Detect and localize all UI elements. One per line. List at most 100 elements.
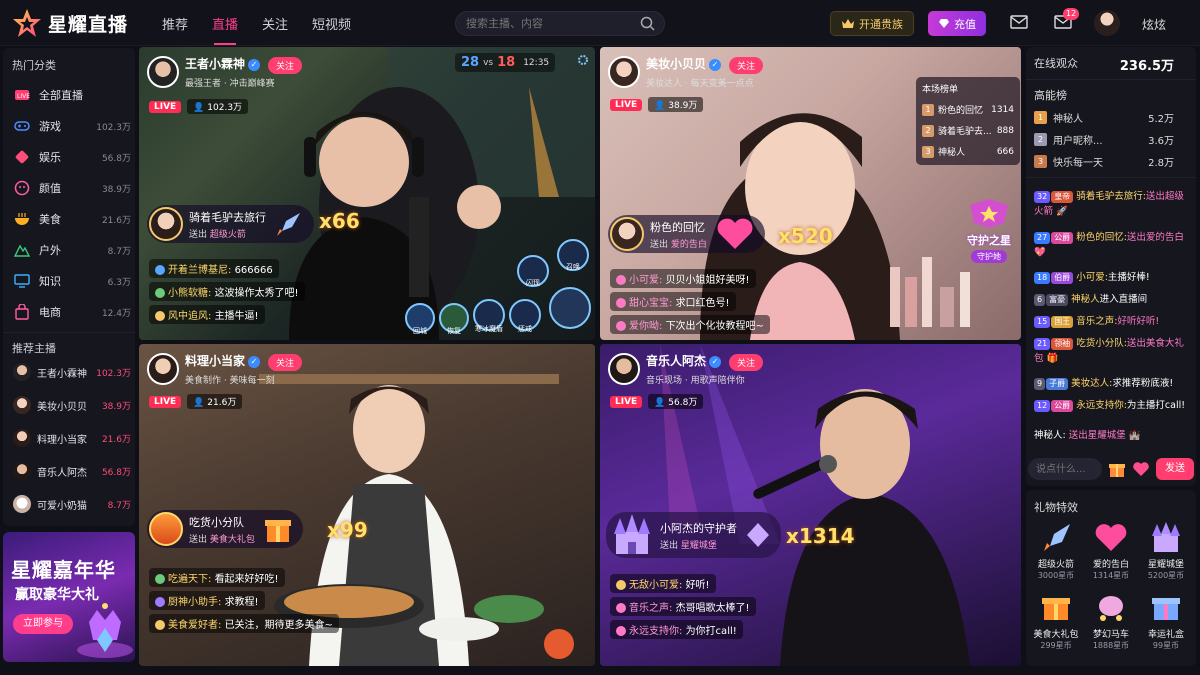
recommend-item[interactable]: 料理小当家 21.6万 — [13, 427, 131, 449]
charge-label: 充值 — [954, 17, 976, 31]
streamer-name: 料理小当家 — [185, 354, 246, 368]
nav-live[interactable]: 直播 — [212, 14, 238, 45]
avatar[interactable] — [147, 352, 179, 385]
level-icon — [155, 265, 165, 275]
chat-input[interactable] — [1028, 458, 1102, 480]
recommend-item[interactable]: 美妆小贝贝 38.9万 — [13, 394, 131, 416]
avatar[interactable] — [608, 352, 640, 385]
heart-icon[interactable] — [1132, 461, 1150, 477]
skill-recall-button[interactable]: 回城 — [405, 303, 435, 335]
castle-icon — [1152, 522, 1180, 552]
search-icon[interactable] — [640, 16, 655, 31]
gift-carriage[interactable]: 梦幻马车 1888星币 — [1085, 592, 1137, 651]
streamer-subtitle: 美食制作 · 美味每一刻 — [185, 375, 275, 386]
rank-item[interactable]: 2 用户昵称... 3.6万 — [1034, 130, 1174, 148]
stream-card[interactable]: 料理小当家 ✓ 关注 美食制作 · 美味每一刻 LIVE 👤 21.6万 吃货小分队… — [139, 344, 595, 666]
follow-button[interactable]: 关注 — [268, 353, 303, 371]
stream-card[interactable]: 美妆小贝贝 ✓ 关注 美妆达人 · 每天变美一点点 LIVE 👤 38.9万 本场榜… — [600, 47, 1021, 340]
categories-title: 热门分类 — [12, 59, 56, 72]
sidebar-item-all[interactable]: LIVE 全部直播 — [13, 85, 131, 105]
recommend-item[interactable]: 音乐人阿杰 56.8万 — [13, 460, 131, 482]
carnival-banner[interactable]: 星耀嘉年华 赢取豪华大礼 立即参与 — [3, 532, 135, 662]
skill-summon-button[interactable]: 召唤 — [557, 239, 589, 271]
guard-button[interactable]: 守护她 — [971, 250, 1007, 263]
gift-popup: 骑着毛驴去旅行 送出 超级火箭 — [147, 205, 314, 243]
diamond-icon — [939, 19, 949, 28]
sidebar-item-food[interactable]: 美食 21.6万 — [13, 209, 131, 229]
sidebar-item-ecommerce[interactable]: 电商 12.4万 — [13, 302, 131, 322]
recommend-item[interactable]: 王者小霖神 102.3万 — [13, 361, 131, 383]
avatar[interactable] — [608, 55, 640, 88]
gift-castle[interactable]: 星耀城堡 5200星币 — [1140, 522, 1192, 581]
streamer-name: 音乐人阿杰 — [646, 354, 707, 368]
skill-smite-button[interactable]: 惩戒 — [509, 299, 541, 333]
sidebar-item-outdoor[interactable]: 户外 8.7万 — [13, 240, 131, 260]
skill-flash-button[interactable]: 闪现 — [517, 255, 549, 287]
app-logo[interactable]: 星耀直播 — [12, 8, 128, 38]
sidebar-item-entertainment[interactable]: 娱乐 56.8万 — [13, 147, 131, 167]
streamer-count: 38.9万 — [101, 401, 131, 412]
rank-item[interactable]: 1 神秘人 5.2万 — [1034, 108, 1174, 126]
sidebar-item-game[interactable]: 游戏 102.3万 — [13, 116, 131, 136]
sidebar-item-knowledge[interactable]: 知识 6.3万 — [13, 271, 131, 291]
avatar — [13, 495, 31, 513]
online-viewers: 在线观众 236.5万 — [1034, 55, 1174, 74]
sidebar-item-beauty[interactable]: 颜值 38.9万 — [13, 178, 131, 198]
chat-message: 无敌小可爱: 好听! — [610, 574, 716, 593]
rank-item[interactable]: 3 快乐每一天 2.8万 — [1034, 152, 1174, 170]
viewer-count-value: 102.3万 — [207, 103, 243, 113]
online-count: 236.5万 — [1119, 59, 1174, 74]
username[interactable]: 炫炫 — [1142, 16, 1166, 33]
chat-message: 开着兰博基尼: 666666 — [149, 259, 279, 278]
chat-message: 18 伯爵 小可爱:主播好棒! — [1034, 270, 1186, 285]
follow-button[interactable]: 关注 — [729, 56, 764, 74]
main-nav: 推荐 直播 关注 短视频 — [162, 14, 375, 45]
carriage-icon — [1099, 596, 1123, 621]
live-badge: LIVE — [610, 395, 643, 408]
gift-box-icon[interactable] — [1108, 460, 1126, 478]
rank-title: 高能榜 — [1034, 89, 1067, 102]
search-input[interactable] — [455, 11, 665, 36]
recommend-item[interactable]: 可爱小奶猫 8.7万 — [13, 493, 131, 515]
gift-rocket[interactable]: 超级火箭 3000星币 — [1030, 522, 1082, 581]
mail-icon[interactable] — [1010, 14, 1028, 30]
nav-recommend[interactable]: 推荐 — [162, 14, 188, 33]
skill-shield-button[interactable]: 寒冰魔盾 — [473, 299, 505, 333]
follow-button[interactable]: 关注 — [268, 56, 303, 74]
avatar[interactable] — [147, 55, 179, 88]
skill-heal-button[interactable]: 恢复 — [439, 303, 469, 335]
stream-card[interactable]: 音乐人阿杰 ✓ 关注 音乐现场 · 用歌声陪伴你 LIVE 👤 56.8万 小阿杰的… — [600, 344, 1021, 666]
leaderboard-row: 2 骑着毛驴去... 888 — [922, 120, 1014, 141]
nav-short-video[interactable]: 短视频 — [312, 14, 351, 33]
gift-food-pack[interactable]: 美食大礼包 299星币 — [1030, 592, 1082, 651]
attack-button[interactable] — [549, 287, 591, 329]
streamer-name: 王者小霖神 — [37, 368, 87, 380]
settings-gear-icon[interactable] — [576, 53, 590, 67]
avatar[interactable] — [1094, 10, 1120, 36]
banner-subtitle: 赢取豪华大礼 — [15, 587, 99, 603]
monitor-icon — [13, 272, 31, 290]
gift-lucky-box[interactable]: 幸运礼盒 99星币 — [1140, 592, 1192, 651]
follow-button[interactable]: 关注 — [729, 353, 764, 371]
gift-love-confession[interactable]: 爱的告白 1314星币 — [1085, 522, 1137, 581]
category-name: 美食 — [39, 213, 61, 226]
nav-follow[interactable]: 关注 — [262, 14, 288, 33]
gift-action: 送出 — [189, 229, 208, 240]
level-icon — [616, 275, 626, 285]
app-name: 星耀直播 — [48, 13, 129, 36]
gifter-name: 粉色的回忆 — [650, 220, 705, 234]
crown-icon — [842, 19, 854, 28]
viewer-count: 👤 38.9万 — [648, 97, 704, 112]
rocket-icon — [277, 213, 300, 236]
join-button[interactable]: 立即参与 — [13, 614, 73, 634]
send-button[interactable]: 发送 — [1156, 458, 1194, 480]
level-icon — [155, 311, 165, 321]
charge-button[interactable]: 充值 — [928, 11, 986, 36]
guardian-star-widget[interactable]: 守护之星 守护她 — [956, 197, 1021, 263]
leaderboard-row: 1 粉色的回忆 1314 — [922, 99, 1014, 120]
stream-card[interactable]: 王者小霖神 ✓ 关注 最强王者 · 冲击巅峰赛 LIVE 👤 102.3万 28 v… — [139, 47, 595, 340]
chat-message: 甜心宝宝: 求口红色号! — [610, 292, 736, 311]
divider — [1026, 79, 1196, 80]
vip-button[interactable]: 开通贵族 — [830, 11, 914, 36]
bowl-icon — [13, 210, 31, 228]
